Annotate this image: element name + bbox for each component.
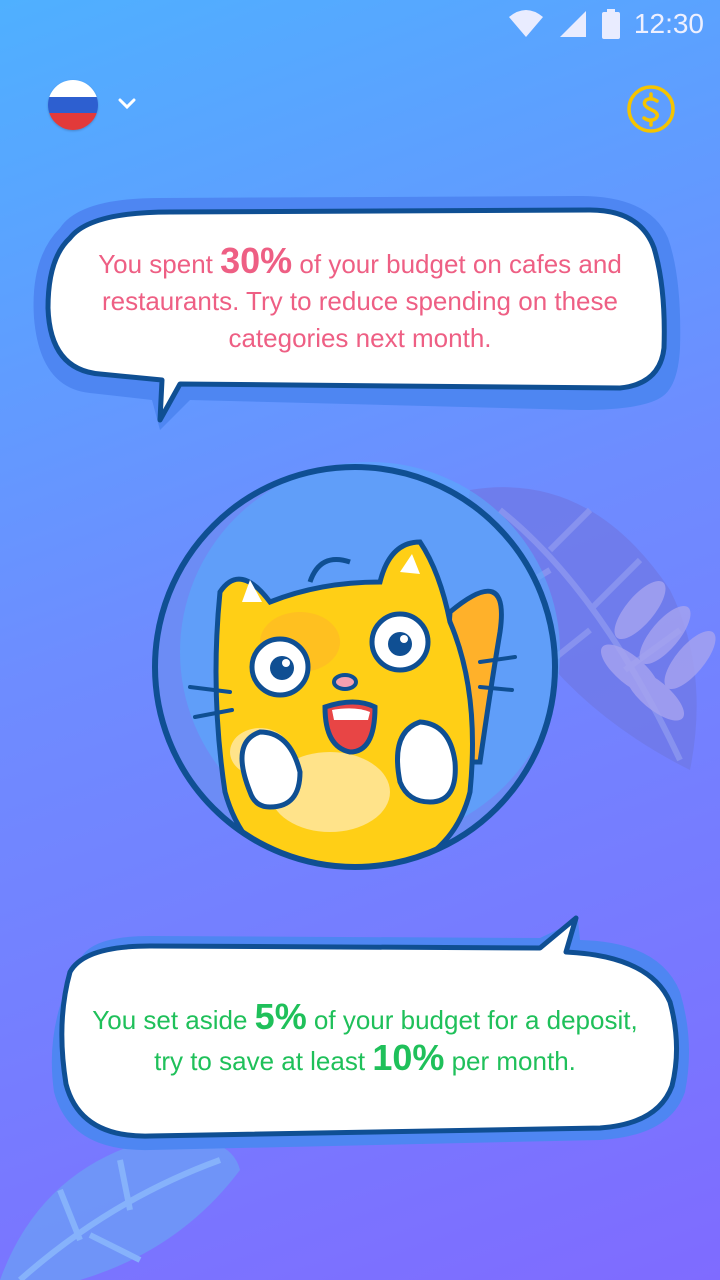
flag-red-stripe	[48, 113, 98, 130]
budget-message-cafes: You spent 30% of your budget on cafes an…	[80, 242, 640, 357]
percent-highlight: 5%	[254, 996, 307, 1037]
cell-signal-icon	[559, 11, 586, 37]
battery-icon	[601, 9, 620, 39]
language-flag[interactable]	[48, 80, 98, 130]
dollar-coin-icon[interactable]	[626, 84, 676, 134]
flag-white-stripe	[48, 80, 98, 97]
chevron-down-icon[interactable]	[114, 90, 140, 116]
message-text: You set aside	[92, 1005, 255, 1035]
status-time: 12:30	[633, 8, 704, 39]
cat-mascot-avatar	[152, 462, 560, 870]
status-bar: 12:30	[0, 0, 720, 48]
message-text: You spent	[98, 249, 221, 279]
percent-highlight: 30%	[220, 240, 293, 281]
flag-blue-stripe	[48, 96, 98, 114]
wifi-icon	[508, 10, 543, 37]
budget-message-deposit: You set aside 5% of your budget for a de…	[90, 998, 640, 1080]
percent-highlight: 10%	[372, 1037, 445, 1078]
message-text: per month.	[444, 1046, 576, 1076]
